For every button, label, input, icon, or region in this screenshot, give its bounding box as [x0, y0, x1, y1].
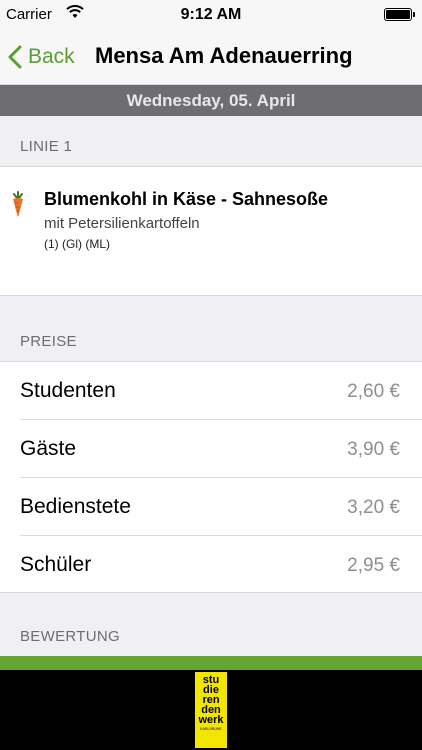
studierendenwerk-logo[interactable]: stu die ren den werk KARLSRUHE — [195, 672, 227, 748]
price-group-label: Studenten — [20, 379, 116, 402]
price-group-label: Gäste — [20, 437, 77, 460]
meal-title: Blumenkohl in Käse - Sahnesoße — [44, 189, 329, 209]
page-title: Mensa Am Adenauerring — [95, 43, 353, 68]
section-header-label: PREISE — [20, 333, 77, 350]
section-header-label: LINIE 1 — [20, 138, 73, 155]
carrot-icon — [10, 189, 26, 222]
price-group-label: Bedienstete — [20, 495, 131, 518]
date-header: Wednesday, 05. April — [0, 85, 422, 116]
price-row-gaeste[interactable]: Gäste 3,90 € — [0, 420, 422, 478]
meal-card[interactable]: Blumenkohl in Käse - Sahnesoße mit Peter… — [0, 166, 422, 296]
meal-additives: (1) (Gl) (ML) — [44, 237, 110, 251]
price-list: Studenten 2,60 € Gäste 3,90 € Bedienstet… — [0, 361, 422, 593]
clock: 9:12 AM — [180, 6, 242, 23]
section-header-label: BEWERTUNG — [20, 628, 120, 645]
price-row-bedienstete[interactable]: Bedienstete 3,20 € — [0, 478, 422, 536]
chevron-left-icon — [8, 45, 22, 69]
status-bar: Carrier 9:12 AM — [0, 0, 422, 30]
price-value: 3,20 € — [347, 497, 400, 518]
meal-side-dish: mit Petersilienkartoffeln — [44, 215, 200, 232]
navigation-bar: Back Mensa Am Adenauerring — [0, 30, 422, 85]
rating-bar[interactable] — [0, 656, 422, 670]
price-row-studenten[interactable]: Studenten 2,60 € — [0, 362, 422, 420]
battery-icon — [384, 8, 415, 21]
price-value: 2,95 € — [347, 555, 400, 576]
footer: stu die ren den werk KARLSRUHE — [0, 670, 422, 750]
price-group-label: Schüler — [20, 553, 92, 576]
back-label: Back — [28, 45, 75, 68]
price-value: 3,90 € — [347, 439, 400, 460]
back-button[interactable]: Back — [8, 40, 75, 74]
price-row-schueler[interactable]: Schüler 2,95 € — [0, 536, 422, 594]
price-value: 2,60 € — [347, 381, 400, 402]
